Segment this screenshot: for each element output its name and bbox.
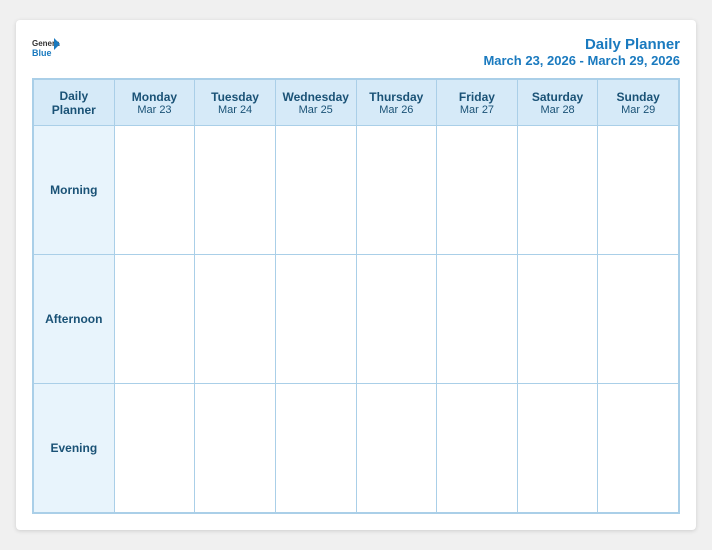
cell-tuesday-afternoon[interactable] — [195, 255, 276, 384]
col-wednesday: Wednesday Mar 25 — [275, 80, 356, 126]
day-name-saturday: Saturday — [520, 90, 596, 104]
cell-wednesday-afternoon[interactable] — [275, 255, 356, 384]
planner-title: Daily Planner — [483, 36, 680, 53]
cell-wednesday-evening[interactable] — [275, 384, 356, 513]
day-date-thursday: Mar 26 — [359, 104, 435, 116]
day-name-wednesday: Wednesday — [278, 90, 354, 104]
day-date-wednesday: Mar 25 — [278, 104, 354, 116]
planner-date-range: March 23, 2026 - March 29, 2026 — [483, 53, 680, 68]
cell-saturday-evening[interactable] — [517, 384, 598, 513]
first-col-line2: Planner — [52, 103, 96, 117]
planner-table: Daily Planner Monday Mar 23 Tuesday Mar … — [33, 79, 679, 513]
col-thursday: Thursday Mar 26 — [356, 80, 437, 126]
cell-sunday-evening[interactable] — [598, 384, 679, 513]
svg-text:Blue: Blue — [32, 48, 52, 58]
planner-container: General Blue Daily Planner March 23, 202… — [16, 20, 696, 530]
day-date-monday: Mar 23 — [117, 104, 193, 116]
cell-friday-evening[interactable] — [437, 384, 518, 513]
row-morning: Morning — [34, 126, 679, 255]
day-date-friday: Mar 27 — [439, 104, 515, 116]
day-date-tuesday: Mar 24 — [197, 104, 273, 116]
row-label-evening: Evening — [34, 384, 115, 513]
col-friday: Friday Mar 27 — [437, 80, 518, 126]
cell-tuesday-evening[interactable] — [195, 384, 276, 513]
cell-wednesday-morning[interactable] — [275, 126, 356, 255]
planner-grid: Daily Planner Monday Mar 23 Tuesday Mar … — [32, 78, 680, 514]
cell-thursday-afternoon[interactable] — [356, 255, 437, 384]
cell-monday-evening[interactable] — [114, 384, 195, 513]
cell-friday-morning[interactable] — [437, 126, 518, 255]
cell-monday-morning[interactable] — [114, 126, 195, 255]
logo: General Blue — [32, 36, 60, 58]
col-tuesday: Tuesday Mar 24 — [195, 80, 276, 126]
day-date-saturday: Mar 28 — [520, 104, 596, 116]
cell-monday-afternoon[interactable] — [114, 255, 195, 384]
cell-thursday-morning[interactable] — [356, 126, 437, 255]
cell-sunday-afternoon[interactable] — [598, 255, 679, 384]
day-date-sunday: Mar 29 — [600, 104, 676, 116]
day-name-thursday: Thursday — [359, 90, 435, 104]
day-name-sunday: Sunday — [600, 90, 676, 104]
day-name-friday: Friday — [439, 90, 515, 104]
cell-tuesday-morning[interactable] — [195, 126, 276, 255]
row-label-afternoon: Afternoon — [34, 255, 115, 384]
row-afternoon: Afternoon — [34, 255, 679, 384]
day-name-monday: Monday — [117, 90, 193, 104]
cell-sunday-morning[interactable] — [598, 126, 679, 255]
cell-thursday-evening[interactable] — [356, 384, 437, 513]
row-evening: Evening — [34, 384, 679, 513]
header: General Blue Daily Planner March 23, 202… — [32, 36, 680, 68]
row-label-morning: Morning — [34, 126, 115, 255]
first-col-line1: Daily — [59, 89, 88, 103]
cell-saturday-morning[interactable] — [517, 126, 598, 255]
cell-friday-afternoon[interactable] — [437, 255, 518, 384]
general-blue-logo-icon: General Blue — [32, 36, 60, 58]
title-block: Daily Planner March 23, 2026 - March 29,… — [483, 36, 680, 68]
header-row: Daily Planner Monday Mar 23 Tuesday Mar … — [34, 80, 679, 126]
col-saturday: Saturday Mar 28 — [517, 80, 598, 126]
col-monday: Monday Mar 23 — [114, 80, 195, 126]
day-name-tuesday: Tuesday — [197, 90, 273, 104]
cell-saturday-afternoon[interactable] — [517, 255, 598, 384]
col-sunday: Sunday Mar 29 — [598, 80, 679, 126]
first-col-header: Daily Planner — [34, 80, 115, 126]
